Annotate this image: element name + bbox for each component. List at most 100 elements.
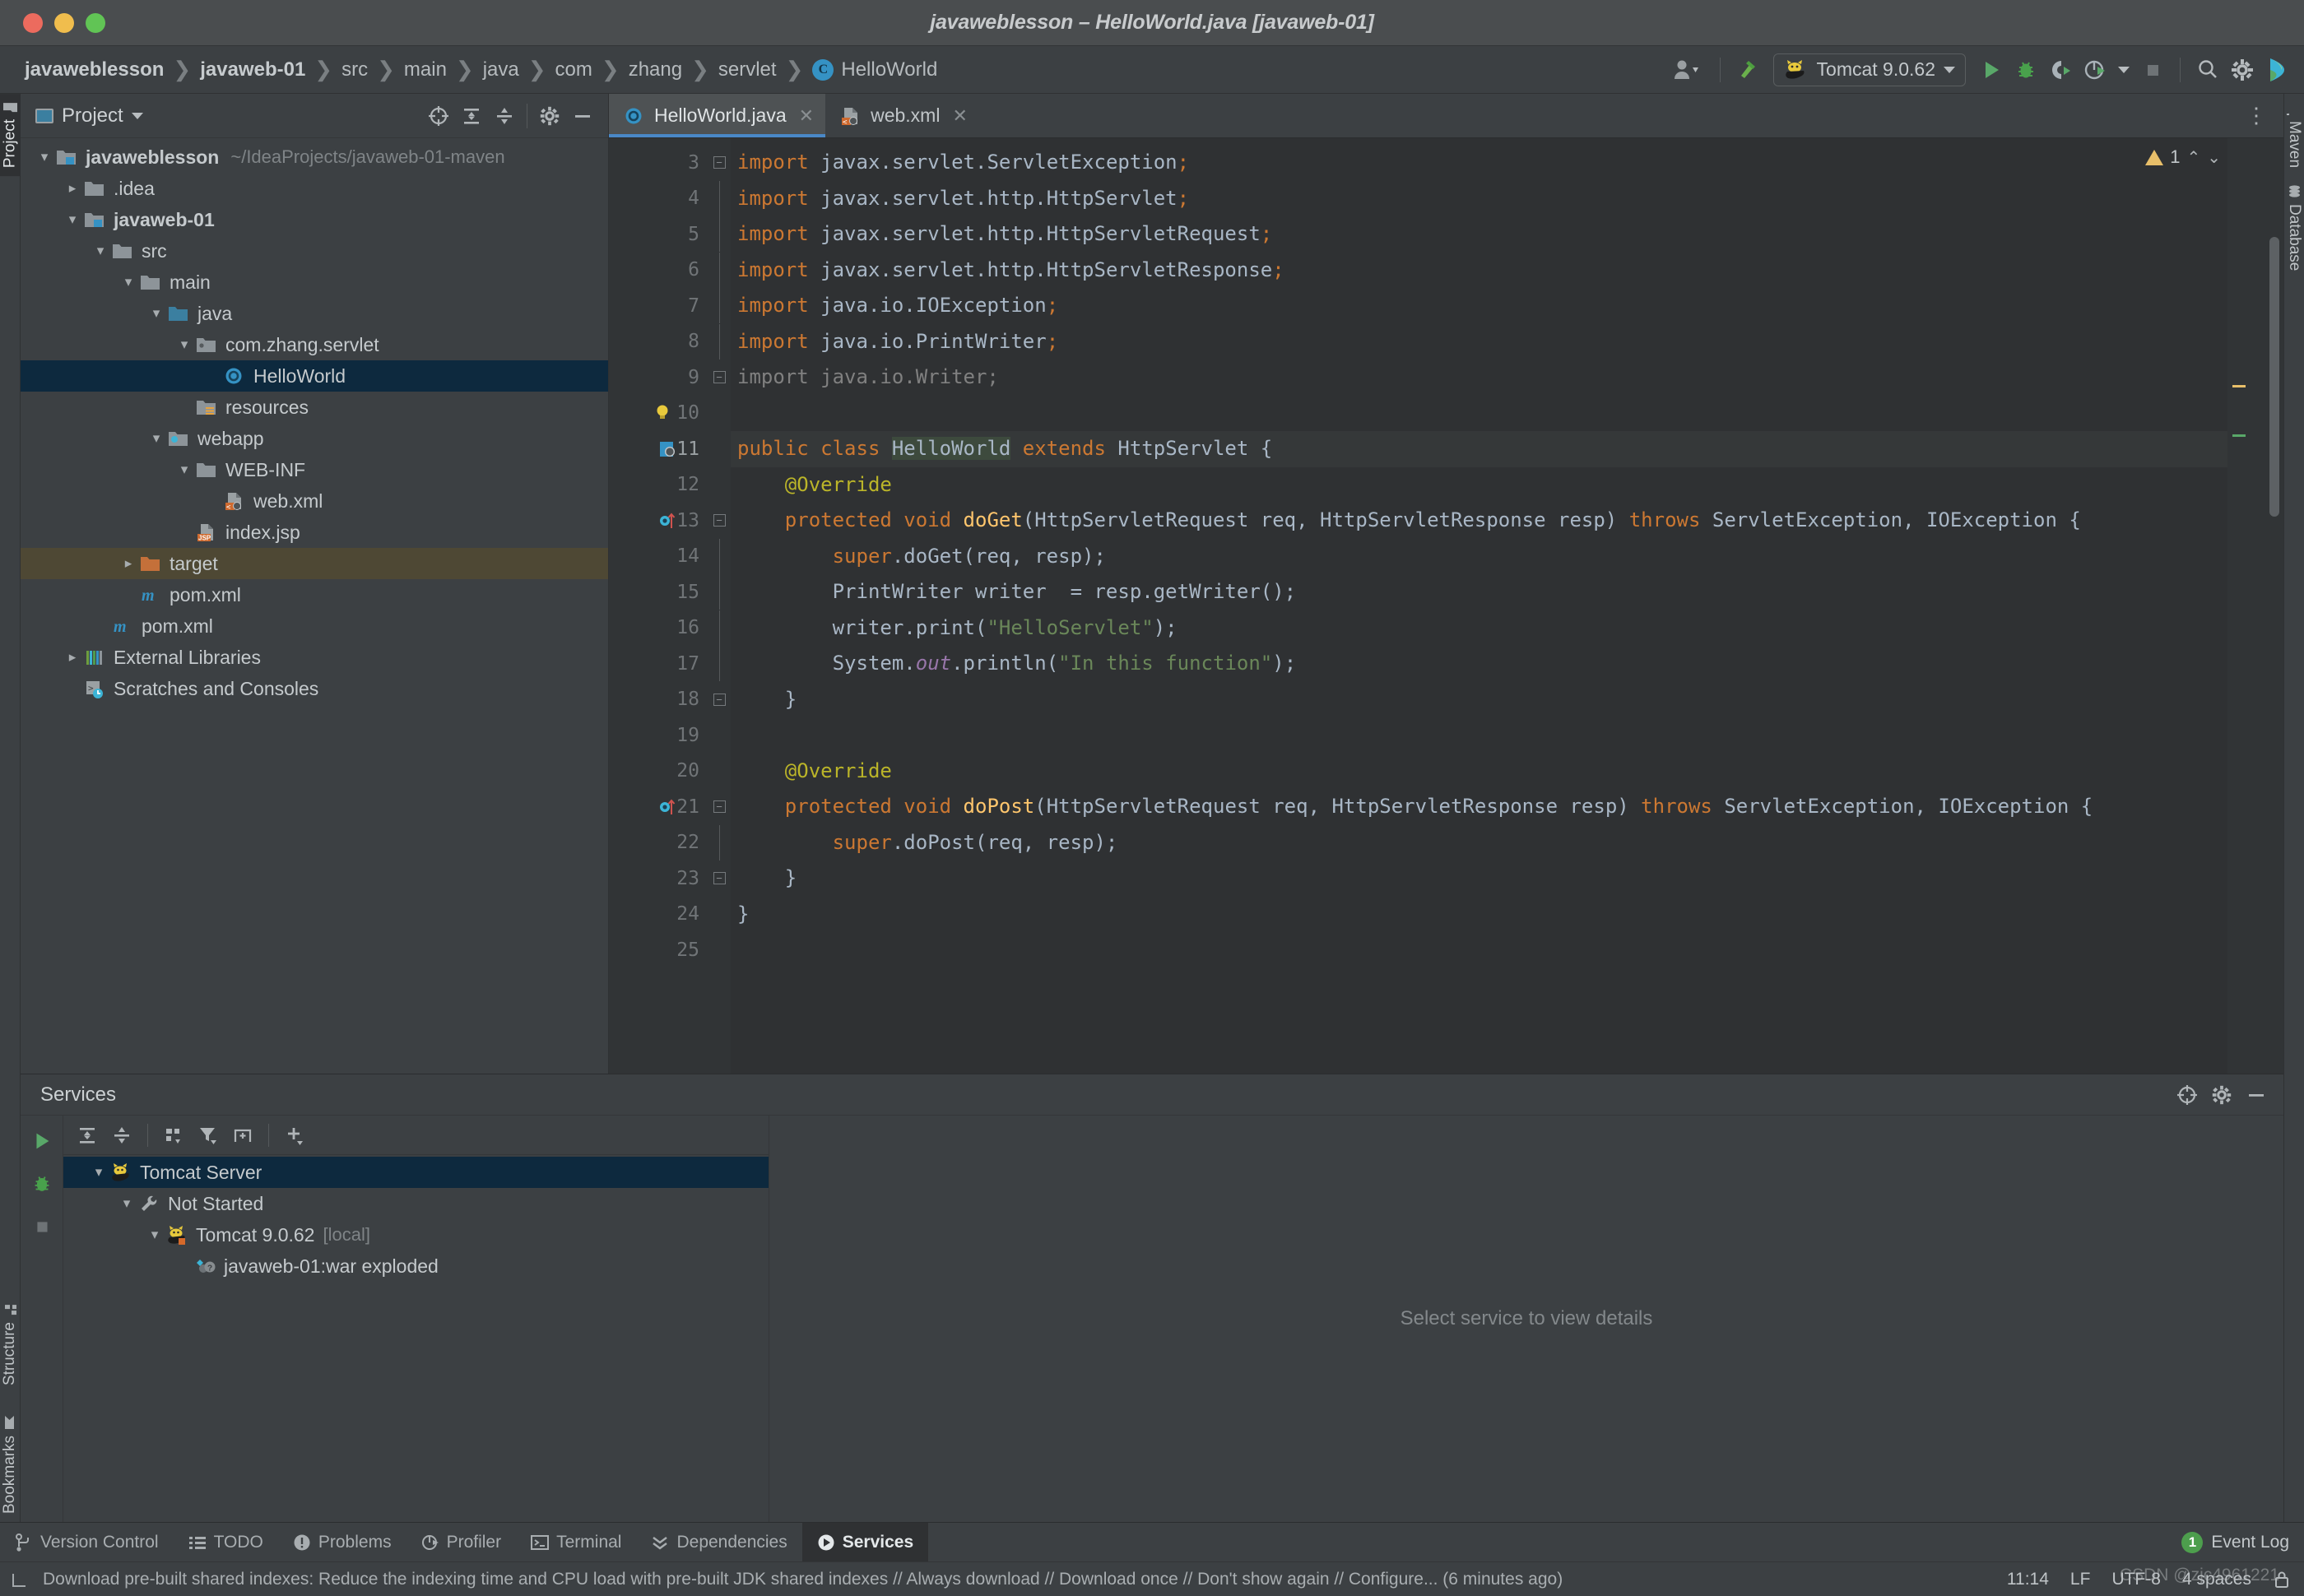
fold-marker[interactable] [708,646,731,682]
editor-scrollbar[interactable] [2265,138,2283,1074]
code-line[interactable] [731,717,2265,754]
sidebar-item-project[interactable]: Project [0,94,21,177]
minimize-icon[interactable] [2241,1079,2272,1111]
line-number[interactable]: 9 [609,360,708,396]
code-line[interactable]: super.doPost(req, resp); [731,825,2265,861]
code-line[interactable]: import java.io.IOException; [731,288,2265,324]
event-log-widget[interactable]: 1 Event Log [2181,1523,2304,1561]
scrollbar-thumb[interactable] [2269,237,2279,517]
fold-marker[interactable] [708,538,731,575]
chevron-down-icon[interactable]: ▾ [174,336,195,353]
code-folding-gutter[interactable]: − − − − − − [708,138,731,1074]
gear-icon[interactable] [2206,1079,2237,1111]
status-notification-icon[interactable] [12,1570,30,1589]
run-with-coverage-button[interactable] [2045,54,2076,86]
code-line[interactable]: import java.io.Writer; [731,360,2265,396]
run-configuration-selector[interactable]: Tomcat 9.0.62 [1772,53,1966,86]
bottom-tab-todo[interactable]: TODO [174,1523,278,1561]
code-line[interactable]: import javax.servlet.ServletException; [731,145,2265,181]
tree-item-webapp[interactable]: ▾ webapp [21,423,608,454]
tree-item-web-inf[interactable]: ▾ WEB-INF [21,454,608,485]
code-line[interactable]: import javax.servlet.http.HttpServletReq… [731,216,2265,253]
breadcrumb-item-main[interactable]: main [399,57,452,83]
line-number[interactable]: 12 [609,467,708,503]
chevron-right-icon[interactable]: ▸ [62,180,83,197]
line-number[interactable]: 19 [609,717,708,754]
profiler-dropdown-icon[interactable] [2114,54,2134,86]
more-options-icon[interactable]: ⋮ [2239,103,2275,128]
line-number[interactable]: 15 [609,574,708,610]
tree-item-pom-xml[interactable]: m pom.xml [21,579,608,610]
collapse-all-icon[interactable] [106,1120,137,1151]
debug-button[interactable] [2010,54,2042,86]
chevron-right-icon[interactable]: ▸ [118,555,139,572]
line-number[interactable]: 8 [609,324,708,360]
gear-icon[interactable] [2227,54,2258,86]
fold-marker[interactable] [708,610,731,647]
close-icon[interactable]: ✕ [952,105,967,127]
chevron-down-icon[interactable]: ▾ [118,274,139,290]
expand-all-icon[interactable] [72,1120,103,1151]
tree-item-scratches-and-consoles[interactable]: >_ Scratches and Consoles [21,673,608,704]
tree-item-pom-xml[interactable]: m pom.xml [21,610,608,642]
account-icon[interactable] [1665,54,1708,86]
code-line[interactable]: } [731,682,2265,718]
breadcrumb-item-javaweblesson[interactable]: javaweblesson [20,57,169,83]
fold-marker[interactable]: − [708,503,731,539]
fold-marker[interactable] [708,824,731,861]
status-message[interactable]: Download pre-built shared indexes: Reduc… [43,1570,1563,1589]
line-number[interactable]: 18 [609,682,708,718]
code-editor[interactable]: 3 4 5 6 7 8 9 10 11 12 13 14 15 16 17 18 19 20 21 22 23 24 25 … [609,138,2283,1074]
run-button[interactable] [26,1125,58,1157]
line-number-gutter[interactable]: 3 4 5 6 7 8 9 10 11 12 13 14 15 16 17 18 19 20 21 22 23 24 25 [609,138,708,1074]
status-encoding[interactable]: UTF-8 [2111,1570,2161,1589]
line-number[interactable]: 11 [609,431,708,467]
code-line[interactable] [731,396,2265,432]
sidebar-item-structure[interactable]: Structure [1,1295,19,1394]
tree-item-target[interactable]: ▸ target [21,548,608,579]
chevron-down-icon[interactable]: ▾ [146,305,167,322]
code-line[interactable]: protected void doGet(HttpServletRequest … [731,503,2265,539]
services-tree[interactable]: ▾ Tomcat Server ▾ Not Started ▾ Tomcat 9.0.62… [63,1155,769,1522]
run-button[interactable] [1976,54,2007,86]
sidebar-item-bookmarks[interactable]: Bookmarks [1,1394,19,1522]
override-icon[interactable] [658,510,678,531]
chevron-up-icon[interactable]: ⌃ [2186,147,2200,168]
chevron-down-icon[interactable]: ▾ [34,149,55,165]
minimize-icon[interactable] [567,100,598,132]
chevron-right-icon[interactable]: ▸ [62,649,83,666]
code-line[interactable]: PrintWriter writer = resp.getWriter(); [731,574,2265,610]
line-number[interactable]: 10 [609,396,708,432]
status-line-separator[interactable]: LF [2070,1570,2091,1589]
chevron-down-icon[interactable]: ▾ [146,430,167,447]
fold-marker[interactable] [708,180,731,217]
code-line[interactable]: } [731,897,2265,933]
status-indent[interactable]: 4 spaces [2182,1570,2251,1589]
line-number[interactable]: 3 [609,145,708,181]
breadcrumb-item-java[interactable]: java [478,57,524,83]
group-by-icon[interactable] [158,1120,189,1151]
code-line[interactable]: super.doGet(req, resp); [731,539,2265,575]
warning-marker[interactable] [2232,385,2246,387]
breadcrumb-item-helloworld[interactable]: C HelloWorld [807,57,942,83]
tree-item-javaweb-01[interactable]: ▾ javaweb-01 [21,204,608,235]
sidebar-item-database[interactable]: Database [2285,176,2303,279]
tree-item-web-xml[interactable]: < web.xml [21,485,608,517]
breadcrumb-item-javaweb-01[interactable]: javaweb-01 [195,57,310,83]
line-number[interactable]: 7 [609,288,708,324]
fold-marker[interactable] [708,216,731,253]
stop-button[interactable] [2137,54,2168,86]
project-panel-title-group[interactable]: Project [35,104,143,128]
code-line[interactable]: import javax.servlet.http.HttpServlet; [731,181,2265,217]
fold-marker[interactable]: − [708,789,731,825]
line-number[interactable]: 22 [609,825,708,861]
locate-icon[interactable] [423,100,454,132]
breadcrumb-item-com[interactable]: com [550,57,597,83]
chevron-down-icon[interactable]: ▾ [174,462,195,478]
line-number[interactable]: 4 [609,181,708,217]
tree-item-javaweblesson[interactable]: ▾ javaweblesson ~/IdeaProjects/javaweb-01-… [21,142,608,173]
chevron-down-icon[interactable]: ▾ [62,211,83,228]
inspection-widget[interactable]: 1 ⌃ ⌄ [2145,146,2221,168]
expand-all-icon[interactable] [456,100,487,132]
code-line[interactable]: public class HelloWorld extends HttpServ… [731,431,2265,467]
